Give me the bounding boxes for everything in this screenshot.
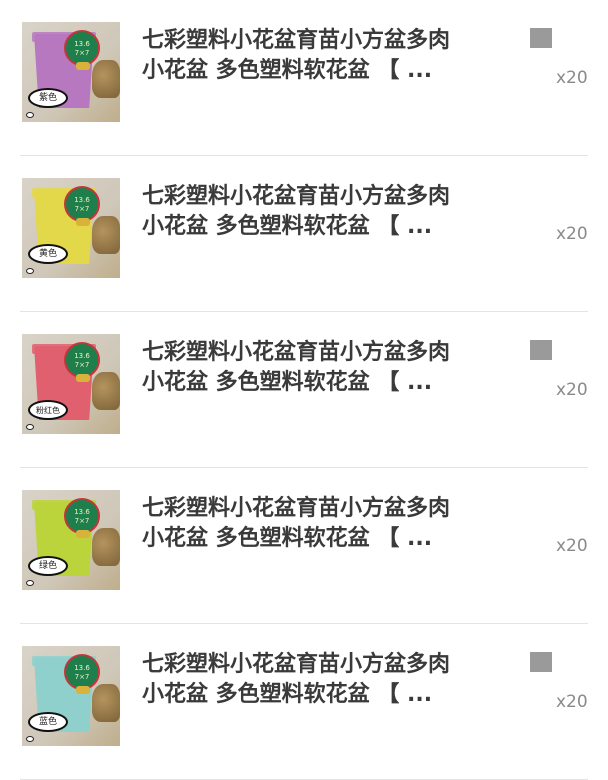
- product-title-line-2: 小花盆 多色塑料软花盆 【 ...: [142, 526, 433, 551]
- quantity-label: x20: [556, 224, 588, 244]
- rock-decoration: [92, 216, 120, 254]
- bow-icon: [76, 62, 90, 70]
- product-thumbnail[interactable]: 13.6 7×7 黄色: [22, 178, 120, 278]
- speech-tail-icon: [26, 112, 34, 118]
- rock-decoration: [92, 372, 120, 410]
- product-title-line-1: 七彩塑料小花盆育苗小方盆多肉: [142, 28, 451, 53]
- list-item[interactable]: 13.6 7×7 黄色 七彩塑料小花盆育苗小方盆多肉 小花盆 多色塑料软花盆 【…: [0, 156, 608, 312]
- checkbox[interactable]: [530, 340, 552, 360]
- list-item[interactable]: 13.6 7×7 紫色 七彩塑料小花盆育苗小方盆多肉 小花盆 多色塑料软花盆 【…: [0, 0, 608, 156]
- product-thumbnail[interactable]: 13.6 7×7 粉红色: [22, 334, 120, 434]
- list-item[interactable]: 13.6 7×7 蓝色 七彩塑料小花盆育苗小方盆多肉 小花盆 多色塑料软花盆 【…: [0, 624, 608, 780]
- list-item[interactable]: 13.6 7×7 粉红色 七彩塑料小花盆育苗小方盆多肉 小花盆 多色塑料软花盆 …: [0, 312, 608, 468]
- color-tag: 粉红色: [28, 400, 68, 420]
- order-item-list: 13.6 7×7 紫色 七彩塑料小花盆育苗小方盆多肉 小花盆 多色塑料软花盆 【…: [0, 0, 608, 780]
- price-badge: 13.6 7×7: [64, 186, 100, 222]
- color-tag: 紫色: [28, 88, 68, 108]
- product-title-line-2: 小花盆 多色塑料软花盆 【 ...: [142, 682, 433, 707]
- bow-icon: [76, 218, 90, 226]
- product-title[interactable]: 七彩塑料小花盆育苗小方盆多肉 小花盆 多色塑料软花盆 【 ...: [142, 650, 492, 710]
- color-tag: 绿色: [28, 556, 68, 576]
- quantity-label: x20: [556, 692, 588, 712]
- price-badge: 13.6 7×7: [64, 498, 100, 534]
- quantity-label: x20: [556, 68, 588, 88]
- list-item[interactable]: 13.6 7×7 绿色 七彩塑料小花盆育苗小方盆多肉 小花盆 多色塑料软花盆 【…: [0, 468, 608, 624]
- product-title[interactable]: 七彩塑料小花盆育苗小方盆多肉 小花盆 多色塑料软花盆 【 ...: [142, 182, 492, 242]
- speech-tail-icon: [26, 424, 34, 430]
- product-title-line-1: 七彩塑料小花盆育苗小方盆多肉: [142, 184, 451, 209]
- product-title-line-1: 七彩塑料小花盆育苗小方盆多肉: [142, 340, 451, 365]
- product-thumbnail[interactable]: 13.6 7×7 紫色: [22, 22, 120, 122]
- rock-decoration: [92, 684, 120, 722]
- product-title-line-2: 小花盆 多色塑料软花盆 【 ...: [142, 370, 433, 395]
- product-title-line-2: 小花盆 多色塑料软花盆 【 ...: [142, 58, 433, 83]
- price-badge: 13.6 7×7: [64, 654, 100, 690]
- product-title-line-1: 七彩塑料小花盆育苗小方盆多肉: [142, 652, 451, 677]
- quantity-label: x20: [556, 536, 588, 556]
- price-badge: 13.6 7×7: [64, 342, 100, 378]
- product-thumbnail[interactable]: 13.6 7×7 绿色: [22, 490, 120, 590]
- quantity-label: x20: [556, 380, 588, 400]
- rock-decoration: [92, 528, 120, 566]
- product-thumbnail[interactable]: 13.6 7×7 蓝色: [22, 646, 120, 746]
- product-title-line-1: 七彩塑料小花盆育苗小方盆多肉: [142, 496, 451, 521]
- product-title[interactable]: 七彩塑料小花盆育苗小方盆多肉 小花盆 多色塑料软花盆 【 ...: [142, 494, 492, 554]
- speech-tail-icon: [26, 268, 34, 274]
- bow-icon: [76, 374, 90, 382]
- bow-icon: [76, 686, 90, 694]
- color-tag: 蓝色: [28, 712, 68, 732]
- speech-tail-icon: [26, 736, 34, 742]
- product-title[interactable]: 七彩塑料小花盆育苗小方盆多肉 小花盆 多色塑料软花盆 【 ...: [142, 26, 492, 86]
- product-title-line-2: 小花盆 多色塑料软花盆 【 ...: [142, 214, 433, 239]
- rock-decoration: [92, 60, 120, 98]
- bow-icon: [76, 530, 90, 538]
- checkbox[interactable]: [530, 28, 552, 48]
- product-title[interactable]: 七彩塑料小花盆育苗小方盆多肉 小花盆 多色塑料软花盆 【 ...: [142, 338, 492, 398]
- color-tag: 黄色: [28, 244, 68, 264]
- price-badge: 13.6 7×7: [64, 30, 100, 66]
- speech-tail-icon: [26, 580, 34, 586]
- checkbox[interactable]: [530, 652, 552, 672]
